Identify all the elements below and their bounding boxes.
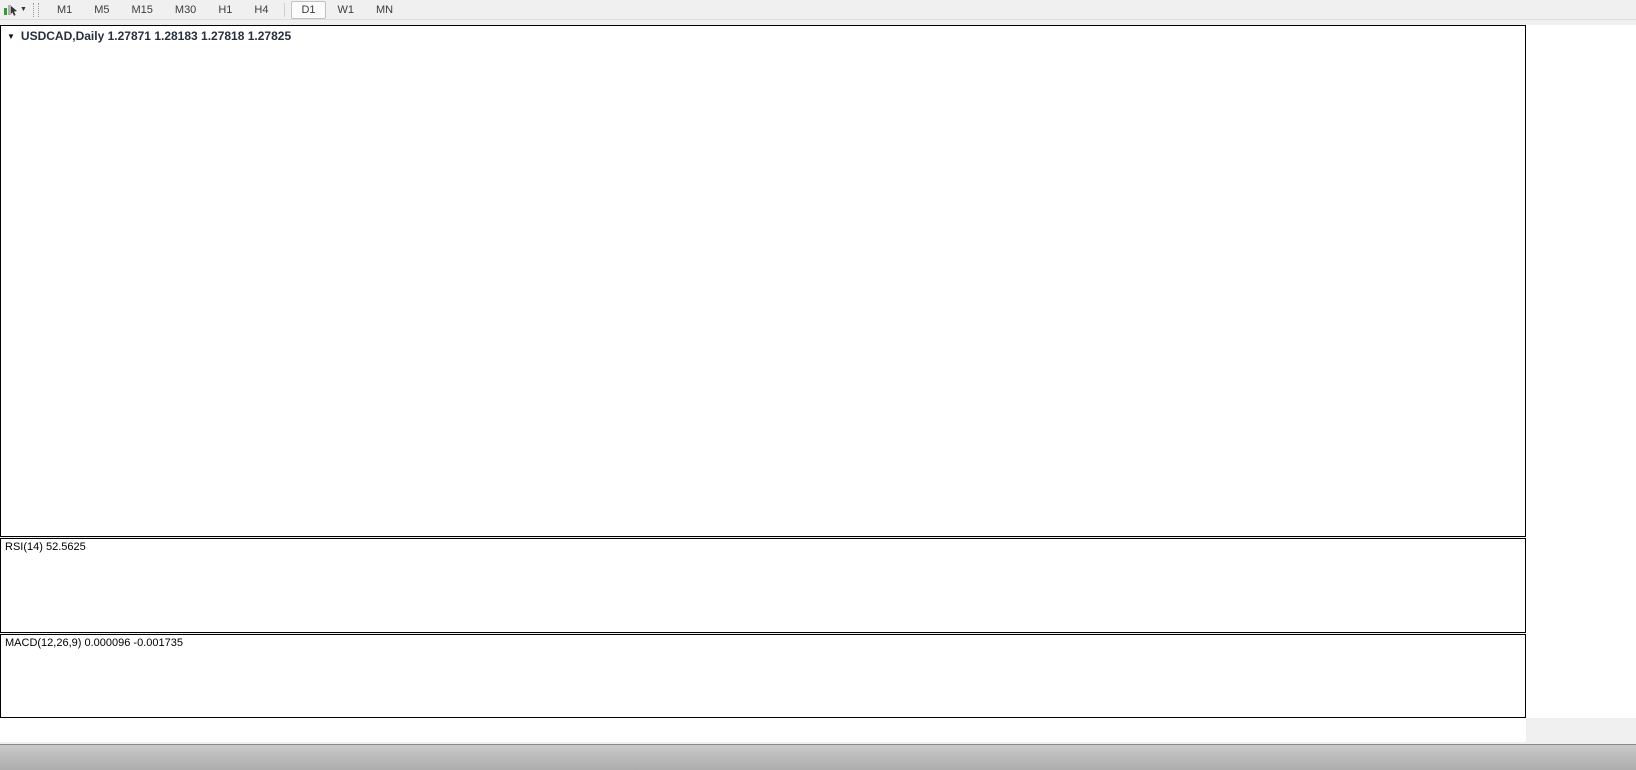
chart-title-text: USDCAD,Daily 1.27871 1.28183 1.27818 1.2… [20,29,292,43]
date-axis[interactable] [0,718,1526,742]
chart-title: ▼ USDCAD,Daily 1.27871 1.28183 1.27818 1… [7,29,291,43]
macd-pane[interactable]: MACD(12,26,9) 0.000096 -0.001735 [0,634,1526,718]
timeframe-button-m5[interactable]: M5 [84,1,119,19]
macd-chart-svg [1,635,1525,717]
rsi-pane[interactable]: RSI(14) 52.5625 [0,538,1526,633]
toolbar: ▼ M1 M5 M15 M30 H1 H4 D1 W1 MN [0,0,1636,20]
timeframe-button-h4[interactable]: H4 [244,1,278,19]
timeframe-button-h1[interactable]: H1 [208,1,242,19]
chart-tabs-bar [0,744,1636,770]
macd-label: MACD(12,26,9) 0.000096 -0.001735 [5,637,183,649]
rsi-chart-svg [1,539,1525,632]
chart-cursor-icon[interactable] [1,2,19,18]
timeframe-button-m30[interactable]: M30 [165,1,206,19]
timeframe-button-w1[interactable]: W1 [328,1,365,19]
rsi-label: RSI(14) 52.5625 [5,541,86,553]
mt4-window: ▼ M1 M5 M15 M30 H1 H4 D1 W1 MN ▼ USDCAD,Daily 1.… [0,0,1636,770]
timeframe-button-m1[interactable]: M1 [47,1,82,19]
chart-title-dropdown-icon[interactable]: ▼ [7,32,15,41]
candlestick-chart-svg [1,26,1525,536]
timeframe-button-d1[interactable]: D1 [291,0,326,19]
timeframe-button-m15[interactable]: M15 [122,1,163,19]
toolbar-drag-grip[interactable] [32,2,39,17]
price-axis[interactable] [1526,25,1636,718]
tool-dropdown-arrow-icon[interactable]: ▼ [20,6,27,13]
timeframe-button-mn[interactable]: MN [366,1,403,19]
main-chart-pane[interactable]: ▼ USDCAD,Daily 1.27871 1.28183 1.27818 1… [0,25,1526,537]
toolbar-separator [284,2,286,17]
timeframe-buttons: M1 M5 M15 M30 H1 H4 D1 W1 MN [46,0,404,19]
chart-cursor-glyph [3,5,17,16]
